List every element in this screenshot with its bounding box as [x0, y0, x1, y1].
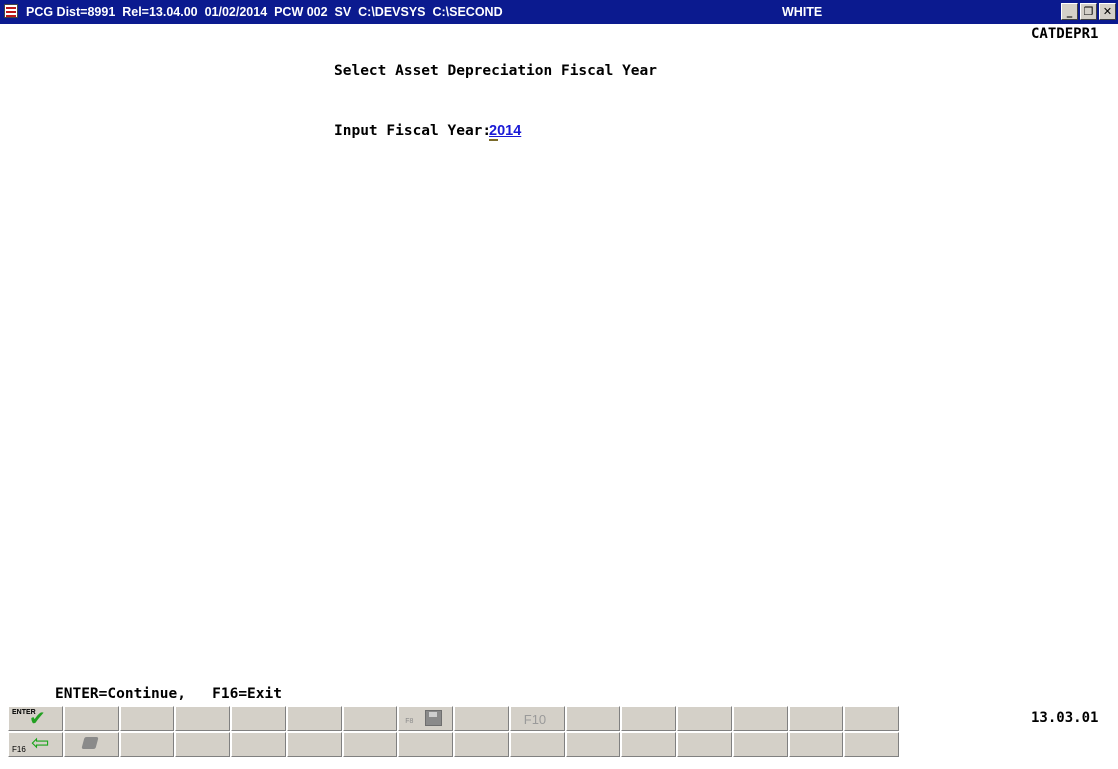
f8-key-label: F8	[405, 718, 414, 725]
function-button-r2-13[interactable]	[677, 732, 732, 757]
function-button-16[interactable]	[844, 706, 899, 731]
page-title: Select Asset Depreciation Fiscal Year	[334, 63, 658, 79]
function-button-r2-9[interactable]	[454, 732, 509, 757]
text-cursor	[489, 139, 498, 141]
function-button-2[interactable]	[63, 706, 119, 731]
function-button-r2-15[interactable]	[788, 732, 844, 757]
function-button-11[interactable]	[565, 706, 621, 731]
function-button-12[interactable]	[621, 706, 676, 731]
function-button-r2-5[interactable]	[231, 732, 286, 757]
function-bar-row-2: F16 ⇦	[8, 731, 899, 757]
window-title: PCG Dist=8991 Rel=13.04.00 01/02/2014 PC…	[26, 5, 503, 19]
function-button-13[interactable]	[677, 706, 732, 731]
checkmark-icon: ✔	[29, 706, 46, 730]
restore-button[interactable]: ❐	[1080, 3, 1097, 20]
function-button-r2-4[interactable]	[175, 732, 230, 757]
print-button[interactable]	[63, 732, 119, 757]
function-button-r2-10[interactable]	[509, 732, 565, 757]
function-button-14[interactable]	[732, 706, 788, 731]
function-button-r2-11[interactable]	[565, 732, 621, 757]
function-button-r2-8[interactable]	[398, 732, 453, 757]
f16-key-label: F16	[12, 745, 26, 754]
function-button-7[interactable]	[342, 706, 398, 731]
function-button-r2-12[interactable]	[621, 732, 676, 757]
function-button-r2-7[interactable]	[342, 732, 398, 757]
function-button-3[interactable]	[119, 706, 175, 731]
window-title-color: WHITE	[782, 5, 823, 19]
function-button-5[interactable]	[231, 706, 286, 731]
screen-id: CATDEPR1	[1031, 26, 1099, 42]
fiscal-year-input[interactable]	[489, 123, 533, 139]
exit-arrow-icon: ⇦	[31, 731, 50, 756]
close-button[interactable]: ✕	[1099, 3, 1116, 20]
function-button-r2-3[interactable]	[119, 732, 175, 757]
function-button-r2-6[interactable]	[286, 732, 342, 757]
save-icon	[425, 710, 443, 726]
version-label: 13.03.01	[1031, 710, 1099, 726]
f10-button[interactable]: F10	[509, 706, 565, 731]
function-button-9[interactable]	[454, 706, 509, 731]
print-icon	[81, 737, 99, 749]
function-button-6[interactable]	[286, 706, 342, 731]
f8-save-button[interactable]: F8	[398, 706, 453, 731]
enter-button[interactable]: ENTER ✔	[8, 706, 63, 731]
title-bar: PCG Dist=8991 Rel=13.04.00 01/02/2014 PC…	[0, 0, 1118, 24]
f10-key-label: F10	[523, 712, 547, 727]
fiscal-year-label: Input Fiscal Year:	[334, 123, 492, 139]
function-bar-row-1: ENTER ✔ F8 F10	[8, 706, 899, 731]
function-button-r2-16[interactable]	[844, 732, 899, 757]
function-button-15[interactable]	[788, 706, 844, 731]
f16-exit-button[interactable]: F16 ⇦	[8, 731, 63, 757]
function-button-4[interactable]	[175, 706, 230, 731]
minimize-button[interactable]: _	[1061, 3, 1078, 20]
function-button-r2-14[interactable]	[732, 732, 788, 757]
function-key-hint: ENTER=Continue, F16=Exit	[55, 686, 282, 702]
system-menu-icon[interactable]	[4, 4, 18, 18]
